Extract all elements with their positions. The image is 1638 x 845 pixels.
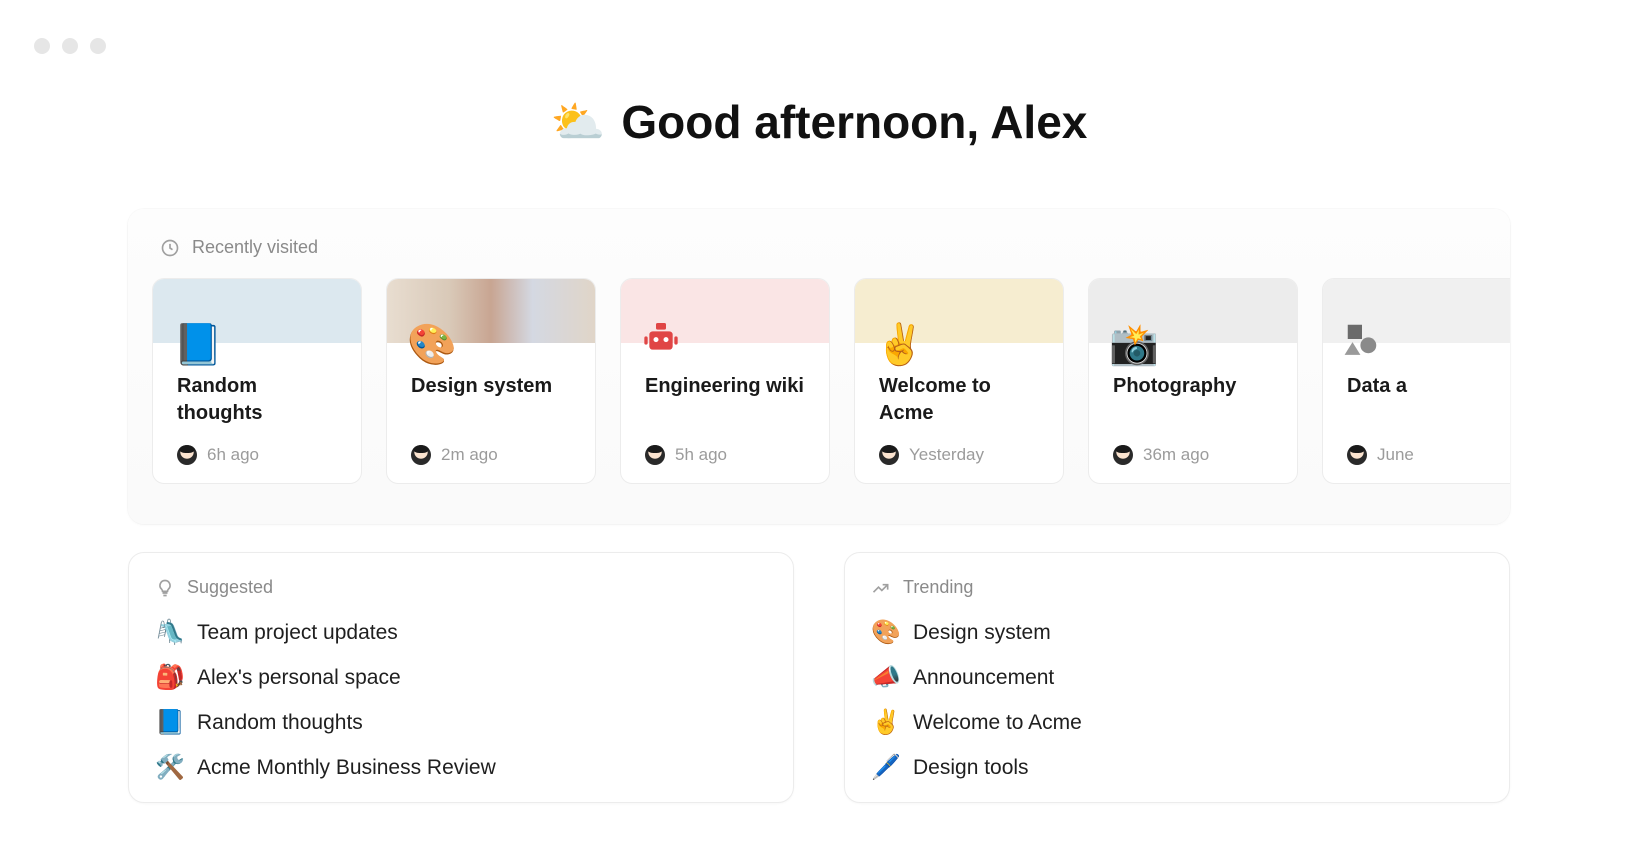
window-controls (34, 38, 106, 54)
item-label: Team project updates (197, 621, 398, 645)
item-label: Announcement (913, 666, 1054, 690)
list-item[interactable]: ✌️ Welcome to Acme (871, 708, 1483, 737)
recent-card[interactable]: 📘 Random thoughts 6h ago (152, 278, 362, 484)
item-label: Alex's personal space (197, 666, 401, 690)
card-meta: 5h ago (645, 445, 805, 465)
avatar (879, 445, 899, 465)
card-time: June (1377, 445, 1414, 465)
card-title: Welcome to Acme (879, 373, 1039, 427)
card-cover: 📘 (153, 279, 361, 343)
cards-row: 📘 Random thoughts 6h ago 🎨 Design system 2m a… (128, 278, 1510, 484)
card-time: 5h ago (675, 445, 727, 465)
recent-card[interactable]: 📸 Photography 36m ago (1088, 278, 1298, 484)
recent-card[interactable]: ✌️ Welcome to Acme Yesterday (854, 278, 1064, 484)
window-dot (34, 38, 50, 54)
window-dot (62, 38, 78, 54)
recent-card[interactable]: Engineering wiki 5h ago (620, 278, 830, 484)
item-emoji-icon: 🎨 (871, 618, 899, 647)
bottom-row: Suggested 🛝 Team project updates 🎒 Alex's p… (128, 552, 1510, 803)
card-emoji-icon: 📘 (173, 325, 223, 365)
list-item[interactable]: 🛠️ Acme Monthly Business Review (155, 753, 767, 782)
panel-header: Trending (871, 577, 1483, 598)
card-title: Data a (1347, 373, 1507, 400)
list-item[interactable]: 🎒 Alex's personal space (155, 663, 767, 692)
card-emoji-icon: ✌️ (875, 325, 925, 365)
card-title: Random thoughts (177, 373, 337, 427)
panel-title: Suggested (187, 577, 273, 598)
recently-visited-section: Recently visited 📘 Random thoughts 6h ago 🎨… (128, 209, 1510, 524)
card-meta: 6h ago (177, 445, 337, 465)
clock-icon (160, 238, 180, 258)
list-item[interactable]: 📣 Announcement (871, 663, 1483, 692)
card-cover: 📸 (1089, 279, 1297, 343)
section-header: Recently visited (128, 237, 1510, 278)
recent-card[interactable]: 🎨 Design system 2m ago (386, 278, 596, 484)
item-emoji-icon: 📘 (155, 708, 183, 737)
item-label: Design system (913, 621, 1051, 645)
item-label: Design tools (913, 756, 1029, 780)
list-item[interactable]: 🎨 Design system (871, 618, 1483, 647)
card-emoji-icon: 🎨 (407, 325, 457, 365)
card-title: Design system (411, 373, 571, 400)
item-emoji-icon: 🎒 (155, 663, 183, 692)
section-title: Recently visited (192, 237, 318, 258)
card-time: 2m ago (441, 445, 498, 465)
card-meta: Yesterday (879, 445, 1039, 465)
greeting-text: Good afternoon, Alex (621, 95, 1087, 149)
card-meta: 36m ago (1113, 445, 1273, 465)
avatar (177, 445, 197, 465)
avatar (645, 445, 665, 465)
item-emoji-icon: 🛝 (155, 618, 183, 647)
card-meta: 2m ago (411, 445, 571, 465)
card-meta: June (1347, 445, 1507, 465)
card-cover (621, 279, 829, 343)
suggested-panel: Suggested 🛝 Team project updates 🎒 Alex's p… (128, 552, 794, 803)
trending-list: 🎨 Design system 📣 Announcement ✌️ Welcome to … (871, 618, 1483, 782)
lightbulb-icon (155, 578, 175, 598)
panel-title: Trending (903, 577, 973, 598)
card-cover (1323, 279, 1510, 343)
item-emoji-icon: 🖊️ (871, 753, 899, 782)
card-time: 36m ago (1143, 445, 1209, 465)
window-dot (90, 38, 106, 54)
avatar (1113, 445, 1133, 465)
avatar (411, 445, 431, 465)
greeting: ⛅ Good afternoon, Alex (0, 95, 1638, 149)
card-time: Yesterday (909, 445, 984, 465)
main-content: ⛅ Good afternoon, Alex Recently visited … (0, 0, 1638, 803)
item-label: Welcome to Acme (913, 711, 1082, 735)
item-emoji-icon: ✌️ (871, 708, 899, 737)
list-item[interactable]: 🛝 Team project updates (155, 618, 767, 647)
weather-icon: ⛅ (551, 96, 606, 148)
suggested-list: 🛝 Team project updates 🎒 Alex's personal sp… (155, 618, 767, 782)
card-emoji-icon: 📸 (1109, 325, 1159, 365)
card-cover: ✌️ (855, 279, 1063, 343)
card-emoji-icon (1343, 320, 1381, 365)
card-title: Engineering wiki (645, 373, 805, 400)
card-title: Photography (1113, 373, 1273, 400)
list-item[interactable]: 📘 Random thoughts (155, 708, 767, 737)
trending-icon (871, 578, 891, 598)
item-label: Acme Monthly Business Review (197, 756, 496, 780)
item-emoji-icon: 🛠️ (155, 753, 183, 782)
card-emoji-icon (641, 318, 681, 365)
recent-card[interactable]: Data a June (1322, 278, 1510, 484)
card-cover: 🎨 (387, 279, 595, 343)
item-emoji-icon: 📣 (871, 663, 899, 692)
list-item[interactable]: 🖊️ Design tools (871, 753, 1483, 782)
trending-panel: Trending 🎨 Design system 📣 Announcement ✌️ We… (844, 552, 1510, 803)
item-label: Random thoughts (197, 711, 363, 735)
card-time: 6h ago (207, 445, 259, 465)
avatar (1347, 445, 1367, 465)
panel-header: Suggested (155, 577, 767, 598)
